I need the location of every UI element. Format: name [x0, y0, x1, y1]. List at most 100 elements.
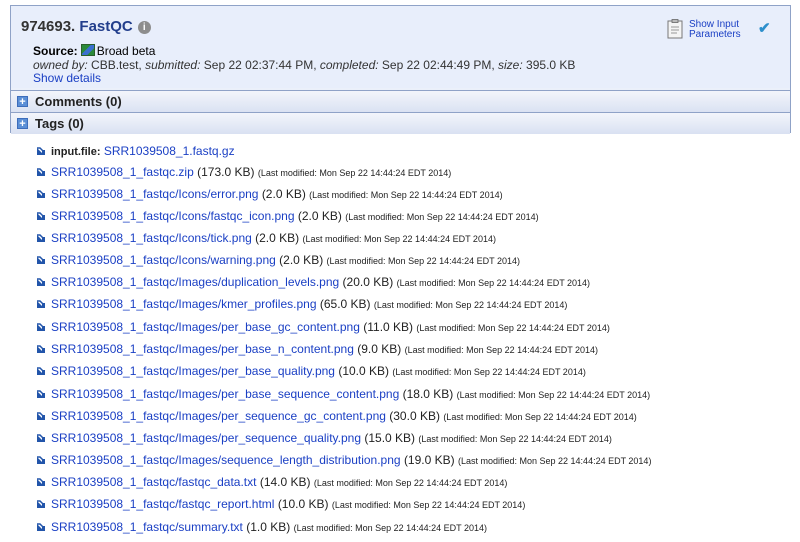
file-link[interactable]: SRR1039508_1_fastqc/Icons/tick.png [51, 231, 252, 245]
file-size: (65.0 KB) [319, 297, 371, 311]
file-modified: (Last modified: Mon Sep 22 14:44:24 EDT … [456, 390, 651, 400]
download-arrow-icon [36, 189, 46, 199]
completed-value: Sep 22 02:44:49 PM [381, 58, 492, 72]
file-size: (173.0 KB) [197, 165, 255, 179]
download-arrow-icon [36, 344, 46, 354]
file-size: (11.0 KB) [363, 320, 414, 334]
file-size: (2.0 KB) [255, 231, 300, 245]
download-arrow-icon [36, 299, 46, 309]
job-panel: 974693. FastQC i Source: Broad beta owned … [10, 5, 791, 134]
file-link[interactable]: SRR1039508_1_fastqc/Icons/fastqc_icon.pn… [51, 209, 295, 223]
file-size: (2.0 KB) [279, 253, 324, 267]
file-link[interactable]: SRR1039508_1_fastqc/Images/sequence_leng… [51, 453, 401, 467]
file-size: (2.0 KB) [261, 187, 306, 201]
file-link[interactable]: SRR1039508_1_fastqc/Images/per_sequence_… [51, 431, 361, 445]
file-size: (10.0 KB) [338, 364, 390, 378]
file-modified: (Last modified: Mon Sep 22 14:44:24 EDT … [404, 345, 599, 355]
show-input-label: Show Input Parameters [689, 20, 741, 40]
job-source: Source: Broad beta [33, 44, 155, 58]
file-link[interactable]: SRR1039508_1_fastqc/Images/kmer_profiles… [51, 297, 317, 311]
plus-icon[interactable]: + [17, 96, 28, 108]
file-modified: (Last modified: Mon Sep 22 14:44:24 EDT … [293, 523, 488, 533]
file-link[interactable]: SRR1039508_1_fastqc/Images/per_base_gc_c… [51, 320, 360, 334]
comments-section-toggle[interactable]: + Comments (0) [11, 90, 790, 113]
job-title: 974693. FastQC i [21, 18, 151, 35]
source-value: Broad beta [96, 44, 156, 58]
download-arrow-icon [36, 277, 46, 287]
download-arrow-icon [36, 499, 46, 509]
download-arrow-icon [36, 522, 46, 532]
size-label: size: [498, 58, 523, 72]
file-link[interactable]: SRR1039508_1_fastqc/Images/per_base_n_co… [51, 342, 354, 356]
download-arrow-icon [36, 389, 46, 399]
comments-title: Comments (0) [35, 94, 122, 109]
file-size: (19.0 KB) [403, 453, 455, 467]
file-modified: (Last modified: Mon Sep 22 14:44:24 EDT … [331, 500, 526, 510]
check-icon: ✔ [758, 20, 771, 37]
file-link[interactable]: SRR1039508_1_fastqc/fastqc_report.html [51, 497, 274, 511]
file-link[interactable]: SRR1039508_1_fastqc/Images/per_base_sequ… [51, 387, 399, 401]
job-header: 974693. FastQC i Source: Broad beta owned … [11, 6, 790, 88]
file-modified: (Last modified: Mon Sep 22 14:44:24 EDT … [257, 168, 452, 178]
owned-by-label: owned by: [33, 58, 88, 72]
file-size: (1.0 KB) [246, 520, 291, 534]
file-modified: (Last modified: Mon Sep 22 14:44:24 EDT … [373, 300, 568, 310]
show-details-link[interactable]: Show details [33, 71, 101, 85]
completed-label: completed: [319, 58, 379, 72]
file-modified: (Last modified: Mon Sep 22 14:44:24 EDT … [416, 323, 610, 333]
file-modified: (Last modified: Mon Sep 22 14:44:24 EDT … [302, 234, 496, 244]
download-arrow-icon [36, 411, 46, 421]
file-size: (30.0 KB) [389, 409, 440, 423]
file-size: (15.0 KB) [364, 431, 416, 445]
file-link[interactable]: SRR1039508_1_fastqc/fastqc_data.txt [51, 475, 256, 489]
file-link[interactable]: SRR1039508_1_fastqc/Images/per_sequence_… [51, 409, 386, 423]
download-arrow-icon [36, 211, 46, 221]
owned-by-value: CBB.test [91, 58, 139, 72]
show-input-line2: Parameters [689, 29, 741, 40]
file-modified: (Last modified: Mon Sep 22 14:44:24 EDT … [443, 412, 637, 422]
download-arrow-icon [36, 255, 46, 265]
info-icon[interactable]: i [137, 21, 151, 34]
download-arrow-icon [36, 146, 46, 156]
job-meta: owned by: CBB.test, submitted: Sep 22 02… [33, 58, 576, 72]
download-arrow-icon [36, 322, 46, 332]
file-size: (20.0 KB) [342, 275, 394, 289]
tags-section-toggle[interactable]: + Tags (0) [11, 112, 790, 134]
job-id: 974693. [21, 18, 76, 35]
download-arrow-icon [36, 366, 46, 376]
source-label: Source: [33, 44, 78, 58]
file-link[interactable]: SRR1039508_1_fastqc/Images/per_base_qual… [51, 364, 335, 378]
file-link[interactable]: SRR1039508_1_fastqc.zip [51, 165, 194, 179]
file-modified: (Last modified: Mon Sep 22 14:44:24 EDT … [309, 190, 503, 200]
submitted-value: Sep 22 02:37:44 PM [203, 58, 314, 72]
show-input-parameters-button[interactable]: Show Input Parameters [667, 19, 747, 41]
size-value: 395.0 KB [526, 58, 576, 72]
input-file-label: input.file: [51, 146, 101, 158]
file-modified: (Last modified: Mon Sep 22 14:44:24 EDT … [345, 212, 539, 222]
file-link[interactable]: SRR1039508_1_fastqc/Icons/error.png [51, 187, 258, 201]
file-link[interactable]: SRR1039508_1_fastqc/summary.txt [51, 520, 243, 534]
download-arrow-icon [36, 455, 46, 465]
file-modified: (Last modified: Mon Sep 22 14:44:24 EDT … [326, 256, 520, 266]
file-size: (18.0 KB) [402, 387, 454, 401]
file-modified: (Last modified: Mon Sep 22 14:44:24 EDT … [396, 278, 591, 288]
file-modified: (Last modified: Mon Sep 22 14:44:24 EDT … [418, 434, 612, 444]
clipboard-icon [667, 19, 683, 39]
file-size: (2.0 KB) [297, 209, 342, 223]
file-size: (9.0 KB) [357, 342, 402, 356]
tags-title: Tags (0) [35, 116, 84, 131]
input-file-link[interactable]: SRR1039508_1.fastq.gz [104, 144, 235, 158]
file-size: (10.0 KB) [277, 497, 329, 511]
file-modified: (Last modified: Mon Sep 22 14:44:24 EDT … [392, 367, 586, 377]
file-link[interactable]: SRR1039508_1_fastqc/Images/duplication_l… [51, 275, 339, 289]
download-arrow-icon [36, 167, 46, 177]
submitted-label: submitted: [145, 58, 201, 72]
file-modified: (Last modified: Mon Sep 22 14:44:24 EDT … [313, 478, 508, 488]
file-size: (14.0 KB) [259, 475, 311, 489]
plus-icon[interactable]: + [17, 118, 28, 130]
download-arrow-icon [36, 433, 46, 443]
file-modified: (Last modified: Mon Sep 22 14:44:24 EDT … [457, 456, 652, 466]
job-name: FastQC [79, 18, 133, 35]
file-link[interactable]: SRR1039508_1_fastqc/Icons/warning.png [51, 253, 276, 267]
broad-flag-icon [80, 44, 95, 56]
